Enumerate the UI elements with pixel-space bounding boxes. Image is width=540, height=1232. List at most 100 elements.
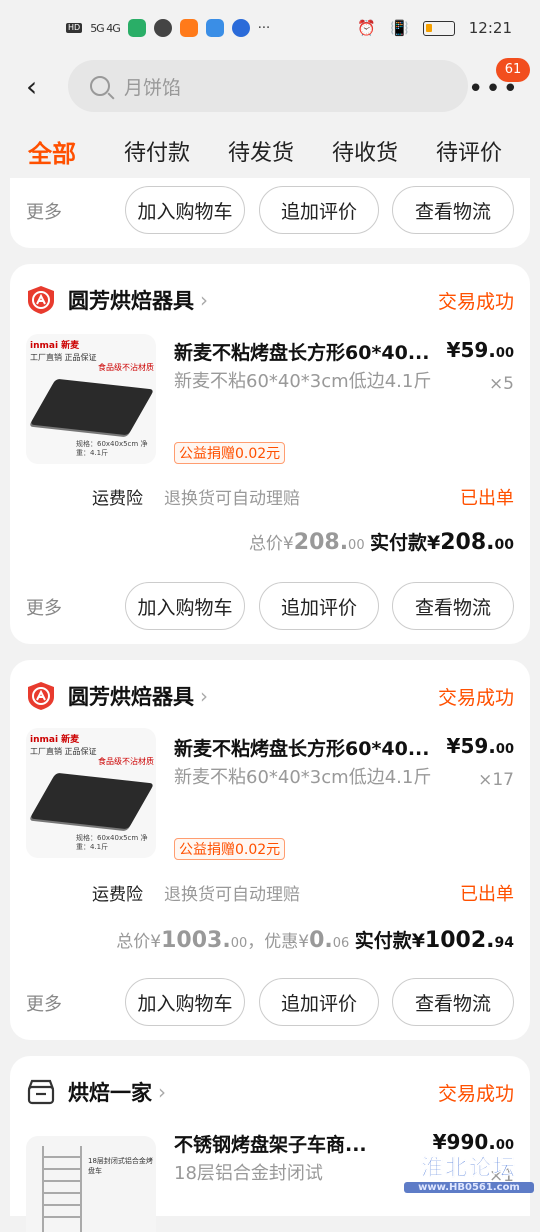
product-image[interactable]: 18层封闭式铝合金烤盘车 [26,1136,156,1232]
total-dec: 00 [348,538,365,553]
thumb-brand: inmai 新麦 [30,735,80,745]
search-input[interactable]: 月饼馅 [68,60,468,112]
baking-tray-image [29,378,155,436]
chevron-right-icon: › [200,288,208,312]
more-link[interactable]: 更多 [26,990,62,1016]
paid-dec: 00 [494,537,514,553]
thumb-caption: 18层封闭式铝合金烤盘车 [88,1157,153,1175]
order-card-partial: 更多 加入购物车 追加评价 查看物流 [10,178,530,248]
status-left: HD 5G 4G ··· [66,19,270,37]
trade-status: 交易成功 [437,290,514,313]
watermark-title: 淮北论坛 [420,1156,517,1182]
rack-bar [42,1180,82,1182]
price-dec: 00 [495,346,514,361]
rack-post [42,1146,44,1232]
total-int: 208. [293,530,349,555]
order-actions: 更多 加入购物车 追加评价 查看物流 [10,186,530,236]
shop-name: 圆芳烘焙器具 [68,685,194,709]
rack-bar [42,1168,82,1170]
shop-row[interactable]: 烘焙一家 › 交易成功 [26,1074,514,1110]
trade-status: 交易成功 [437,1082,514,1105]
browser-icon [153,19,172,37]
total-int: 1003. [161,928,231,953]
charity-badge: 公益捐赠0.02元 [174,442,286,464]
charity-badge: 公益捐赠0.02元 [174,838,286,860]
shop-name: 圆芳烘焙器具 [68,289,194,313]
more-link[interactable]: 更多 [26,198,62,224]
wechat-icon [127,19,146,37]
paid-dec: 94 [494,935,514,951]
header: ‹ 月饼馅 ••• 61 [0,58,540,114]
thumb-brand: inmai 新麦 [30,341,80,351]
paid-label: 实付款¥ [354,930,425,952]
product-title[interactable]: 新麦不粘烤盘长方形60*40... [174,734,434,761]
back-icon[interactable]: ‹ [26,70,50,103]
shop-name: 烘焙一家 [68,1081,152,1105]
discount-label: ，优惠¥ [247,932,310,952]
product-spec: 新麦不粘60*40*3cm低边4.1斤 [174,767,432,788]
network-indicator: 5G 4G [90,21,121,35]
paid-int: 208. [440,530,495,555]
add-to-cart-button[interactable]: 加入购物车 [125,978,245,1026]
product-title[interactable]: 不锈钢烤盘架子车商... [174,1130,434,1157]
total-label: 总价¥ [116,932,162,952]
rack-bar [42,1204,82,1206]
return-claim-text: 退换货可自动理赔 [164,489,300,509]
price-int: ¥59. [446,734,496,758]
baking-tray-image [29,772,155,830]
price-int: ¥59. [446,338,496,362]
add-review-button[interactable]: 追加评价 [259,582,379,630]
rack-bar [42,1192,82,1194]
tab-pending-shipment[interactable]: 待发货 [228,135,294,167]
rack-post [80,1146,82,1232]
product-price: ¥59.00 [447,734,514,758]
add-review-button[interactable]: 追加评价 [259,186,379,234]
view-logistics-button[interactable]: 查看物流 [392,582,514,630]
add-to-cart-button[interactable]: 加入购物车 [125,582,245,630]
order-actions: 更多 加入购物车 追加评价 查看物流 [10,978,530,1028]
watermark-url: www.HB0561.com [404,1182,534,1193]
shop-row[interactable]: 圆芳烘焙器具 › 交易成功 [26,678,514,714]
return-claim-text: 退换货可自动理赔 [164,885,300,905]
alarm-icon: ⏰ [357,19,377,37]
tab-pending-receipt[interactable]: 待收货 [332,135,398,167]
order-actions: 更多 加入购物车 追加评价 查看物流 [10,582,530,632]
view-logistics-button[interactable]: 查看物流 [392,186,514,234]
product-qty: ×17 [478,770,514,790]
shop-row[interactable]: 圆芳烘焙器具 › 交易成功 [26,282,514,318]
order-card: 圆芳烘焙器具 › 交易成功 inmai 新麦 工厂直销 正品保证 食品级不沾材质… [10,660,530,1040]
order-totals: 总价¥1003.00，优惠¥0.06 实付款¥1002.94 [116,926,514,953]
total-label: 总价¥ [248,534,294,554]
tab-pending-review[interactable]: 待评价 [436,135,502,167]
product-title[interactable]: 新麦不粘烤盘长方形60*40... [174,338,434,365]
message-badge: 61 [496,58,530,82]
thumb-tag: 食品级不沾材质 [98,363,154,372]
paid-int: 1002. [424,928,495,953]
discount-int: 0. [309,928,333,953]
order-totals: 总价¥208.00 实付款¥208.00 [249,528,514,555]
shipping-insurance: 运费险 [92,489,143,509]
vibrate-icon: 📳 [390,19,409,37]
product-price: ¥59.00 [447,338,514,362]
site-watermark: 淮北论坛 www.HB0561.com [404,1150,534,1194]
search-placeholder: 月饼馅 [124,76,182,99]
paid-label: 实付款¥ [370,532,441,554]
shop-logo-icon [28,682,54,710]
status-right: ⏰ 📳 12:21 [357,19,512,37]
thumb-spec: 规格：60x40x5cm 净重：4.1斤 [76,834,148,851]
view-logistics-button[interactable]: 查看物流 [392,978,514,1026]
search-icon [90,76,110,96]
add-review-button[interactable]: 追加评价 [259,978,379,1026]
more-link[interactable]: 更多 [26,594,62,620]
rack-bar [42,1216,82,1218]
product-spec: 新麦不粘60*40*3cm低边4.1斤 [174,371,432,392]
order-card: 圆芳烘焙器具 › 交易成功 inmai 新麦 工厂直销 正品保证 食品级不沾材质… [10,264,530,644]
shop-icon [27,1079,55,1105]
tab-all[interactable]: 全部 [28,134,76,169]
product-image[interactable]: inmai 新麦 工厂直销 正品保证 食品级不沾材质 规格：60x40x5cm … [26,728,156,858]
add-to-cart-button[interactable]: 加入购物车 [125,186,245,234]
product-image[interactable]: inmai 新麦 工厂直销 正品保证 食品级不沾材质 规格：60x40x5cm … [26,334,156,464]
tab-pending-payment[interactable]: 待付款 [124,135,190,167]
price-dec: 00 [495,742,514,757]
thumb-tag: 工厂直销 正品保证 [30,353,97,362]
